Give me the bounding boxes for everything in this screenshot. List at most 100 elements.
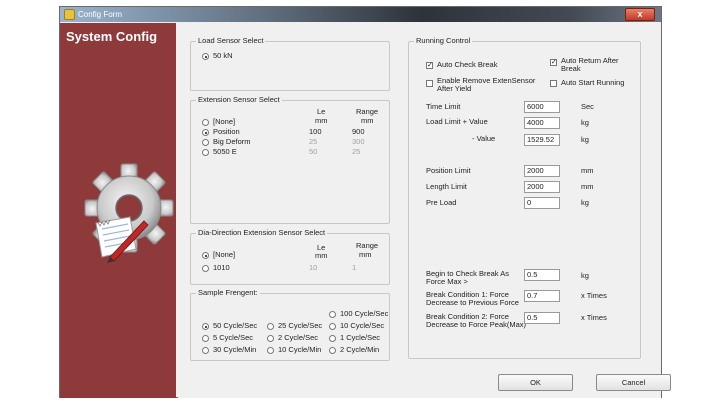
time-limit-unit: Sec — [581, 102, 594, 111]
dia-1010-le: 10 — [309, 263, 318, 272]
position-limit-unit: mm — [581, 166, 594, 175]
begin-check-unit: kg — [581, 271, 589, 280]
title-bar[interactable]: Config Form x — [60, 7, 661, 22]
auto-check-break-label: Auto Check Break — [437, 60, 498, 69]
freq-10-label: 10 Cycle/Sec — [340, 321, 385, 330]
time-limit-input[interactable]: 6000 — [524, 101, 560, 113]
freq-10min-label: 10 Cycle/Min — [278, 345, 322, 354]
freq-10min-radio[interactable] — [267, 347, 274, 354]
freq-25-radio[interactable] — [267, 323, 274, 330]
sample-frequency-label: Sample Frengent: — [196, 288, 260, 297]
freq-30min-label: 30 Cycle/Min — [213, 345, 257, 354]
freq-5-radio[interactable] — [202, 335, 209, 342]
running-control-label: Running Control — [414, 36, 473, 45]
length-limit-unit: mm — [581, 182, 594, 191]
time-limit-label: Time Limit — [426, 102, 461, 111]
dia-1010-range: 1 — [352, 263, 357, 272]
content-panel: Load Sensor Select 50 kN Extension Senso… — [178, 23, 671, 398]
auto-start-label: Auto Start Running — [561, 78, 625, 87]
ok-button[interactable]: OK — [498, 374, 573, 391]
pre-load-input[interactable]: 0 — [524, 197, 560, 209]
freq-2-radio[interactable] — [267, 335, 274, 342]
ext-position-radio[interactable] — [202, 129, 209, 136]
dia-sensor-group: Dia-Direction Extension Sensor Select Le… — [190, 228, 390, 285]
window-app-icon — [64, 9, 75, 20]
dia-sensor-label: Dia-Direction Extension Sensor Select — [196, 228, 328, 237]
enable-remove-checkbox[interactable] — [426, 80, 433, 87]
freq-50-label: 50 Cycle/Sec — [213, 321, 258, 330]
load-limit-neg-input[interactable]: 1529.52 — [524, 134, 560, 146]
sample-frequency-group: Sample Frengent: 100 Cycle/Sec 50 Cycle/… — [190, 288, 390, 361]
col-range-unit: mm — [361, 116, 374, 125]
load-limit-pos-unit: kg — [581, 118, 589, 127]
ext-bigdeform-label: Big Deform — [213, 137, 251, 146]
enable-remove-label-2: After Yield — [437, 84, 472, 93]
break-cond-1-unit: x Times — [581, 291, 607, 300]
ext-5050e-label: 5050 E — [213, 147, 237, 156]
freq-1-radio[interactable] — [329, 335, 336, 342]
freq-100-radio[interactable] — [329, 311, 336, 318]
ext-bigdeform-le: 25 — [309, 137, 318, 146]
extension-sensor-group: Extension Sensor Select Le mm Range mm [… — [190, 95, 390, 224]
auto-check-break-checkbox[interactable]: ✓ — [426, 62, 433, 69]
freq-5-label: 5 Cycle/Sec — [213, 333, 254, 342]
ext-bigdeform-range: 300 — [352, 137, 365, 146]
load-limit-pos-label: Load Limit + Value — [426, 117, 488, 126]
ext-none-radio[interactable] — [202, 119, 209, 126]
window-title: Config Form — [78, 10, 123, 19]
load-limit-pos-input[interactable]: 4000 — [524, 117, 560, 129]
auto-start-checkbox[interactable] — [550, 80, 557, 87]
ext-bigdeform-radio[interactable] — [202, 139, 209, 146]
freq-100-label: 100 Cycle/Sec — [340, 309, 389, 318]
break-cond-2-label-2: Decrease to Force Peak(Max) — [426, 320, 527, 329]
freq-10-radio[interactable] — [329, 323, 336, 330]
break-cond-1-label-2: Decrease to Previous Force — [426, 298, 519, 307]
freq-25-label: 25 Cycle/Sec — [278, 321, 323, 330]
break-cond-2-input[interactable]: 0.5 — [524, 312, 560, 324]
ext-none-label: [None] — [213, 117, 236, 126]
ext-5050e-range: 25 — [352, 147, 361, 156]
freq-50-radio[interactable] — [202, 323, 209, 330]
break-cond-2-unit: x Times — [581, 313, 607, 322]
auto-return-label-2: Break — [561, 64, 581, 73]
ext-position-range: 900 — [352, 127, 365, 136]
freq-2-label: 2 Cycle/Sec — [278, 333, 319, 342]
pre-load-label: Pre Load — [426, 198, 457, 207]
freq-30min-radio[interactable] — [202, 347, 209, 354]
close-button[interactable]: x — [625, 8, 655, 21]
load-sensor-50kn-radio[interactable] — [202, 53, 209, 60]
pre-load-unit: kg — [581, 198, 589, 207]
begin-check-label-2: Force Max > — [426, 277, 468, 286]
load-sensor-option-label: 50 kN — [213, 51, 233, 60]
position-limit-label: Position Limit — [426, 166, 471, 175]
dia-none-radio[interactable] — [202, 252, 209, 259]
freq-2min-label: 2 Cycle/Min — [340, 345, 380, 354]
sidebar: System Config — [60, 23, 176, 398]
ext-position-le: 100 — [309, 127, 322, 136]
load-sensor-label: Load Sensor Select — [196, 36, 266, 45]
begin-check-input[interactable]: 0.5 — [524, 269, 560, 281]
dia-col-range-unit: mm — [359, 250, 372, 259]
dia-col-le-unit: mm — [315, 251, 328, 260]
dia-none-label: [None] — [213, 250, 236, 259]
col-le-unit: mm — [315, 116, 328, 125]
load-limit-neg-label: - Value — [472, 134, 496, 143]
break-cond-1-input[interactable]: 0.7 — [524, 290, 560, 302]
document-pen-icon — [95, 216, 149, 263]
length-limit-label: Length Limit — [426, 182, 467, 191]
ext-5050e-radio[interactable] — [202, 149, 209, 156]
freq-2min-radio[interactable] — [329, 347, 336, 354]
ext-position-label: Position — [213, 127, 240, 136]
cancel-button[interactable]: Cancel — [596, 374, 671, 391]
sidebar-title: System Config — [66, 29, 158, 44]
running-control-group: Running Control ✓ Auto Check Break ✓ Aut… — [408, 36, 641, 359]
position-limit-input[interactable]: 2000 — [524, 165, 560, 177]
extension-sensor-label: Extension Sensor Select — [196, 95, 282, 104]
length-limit-input[interactable]: 2000 — [524, 181, 560, 193]
config-form-window: Config Form x System Config Load Sensor … — [59, 6, 671, 398]
auto-return-checkbox[interactable]: ✓ — [550, 59, 557, 66]
dia-1010-radio[interactable] — [202, 265, 209, 272]
load-limit-neg-unit: kg — [581, 135, 589, 144]
ext-5050e-le: 50 — [309, 147, 318, 156]
load-sensor-group: Load Sensor Select 50 kN — [190, 36, 390, 91]
